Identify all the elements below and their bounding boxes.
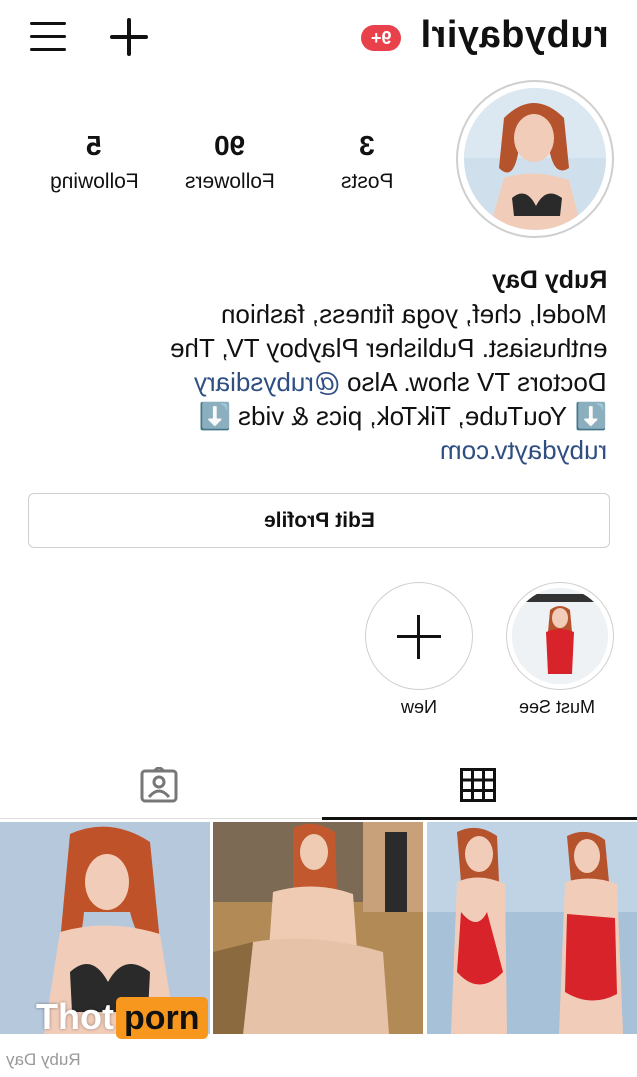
highlight-label: New <box>400 697 437 717</box>
edit-profile-button[interactable]: Edit Profile <box>28 493 610 548</box>
watermark-logo: Thot porn <box>36 996 208 1046</box>
following-label: Following <box>49 170 139 193</box>
post-thumbnail[interactable] <box>213 822 423 1034</box>
hamburger-menu-icon[interactable] <box>30 22 66 52</box>
username-title[interactable]: rubydayirl <box>420 14 609 57</box>
bio-line-2: enthusiast. Publisher Playboy TV, The <box>169 333 607 363</box>
bio-line-1: Model, chef, yoga fitness, fashion <box>221 299 607 329</box>
posts-label: Posts <box>340 170 394 193</box>
following-count: 5 <box>86 130 102 161</box>
username-text: rubydayirl <box>420 14 609 56</box>
active-tab-indicator <box>322 817 637 820</box>
bio-line-4: YouTube, TikTok, pics & vids <box>238 401 568 431</box>
grid-tab-icon[interactable] <box>460 768 496 802</box>
tagged-tab-icon[interactable] <box>140 765 178 803</box>
website-link[interactable]: rubydaytv.com <box>440 433 607 467</box>
watermark-text-1: Thot <box>36 996 114 1037</box>
followers-count: 90 <box>214 130 246 161</box>
mention-link[interactable]: @rubysdiary <box>194 365 340 399</box>
badge-count: 9+ <box>370 28 392 48</box>
add-post-icon[interactable] <box>110 18 148 56</box>
down-arrow-emoji-icon: ⬇️ <box>198 401 232 431</box>
avatar[interactable] <box>464 88 606 230</box>
following-stat[interactable]: 5 Following <box>34 130 154 194</box>
post-thumbnail[interactable] <box>427 822 637 1034</box>
posts-count: 3 <box>359 130 375 161</box>
highlight-label: Must See <box>518 697 596 717</box>
edit-profile-label: Edit Profile <box>263 509 375 532</box>
notification-badge[interactable]: 9+ <box>361 25 401 51</box>
plus-icon <box>397 615 441 659</box>
followers-label: Followers <box>185 170 275 193</box>
highlight-must-see-thumbnail <box>512 588 608 684</box>
bio-line-3: Doctors TV show. Also <box>347 367 607 397</box>
down-arrow-emoji-icon: ⬇️ <box>574 401 607 431</box>
watermark-text-2: porn <box>115 997 208 1039</box>
followers-stat[interactable]: 90 Followers <box>170 130 290 194</box>
bio: Ruby Day Model, chef, yoga fitness, fash… <box>67 262 607 467</box>
posts-stat[interactable]: 3 Posts <box>307 130 427 194</box>
profile-name: Ruby Day <box>491 266 607 294</box>
footer-caption: Ruby Day <box>6 1050 81 1069</box>
